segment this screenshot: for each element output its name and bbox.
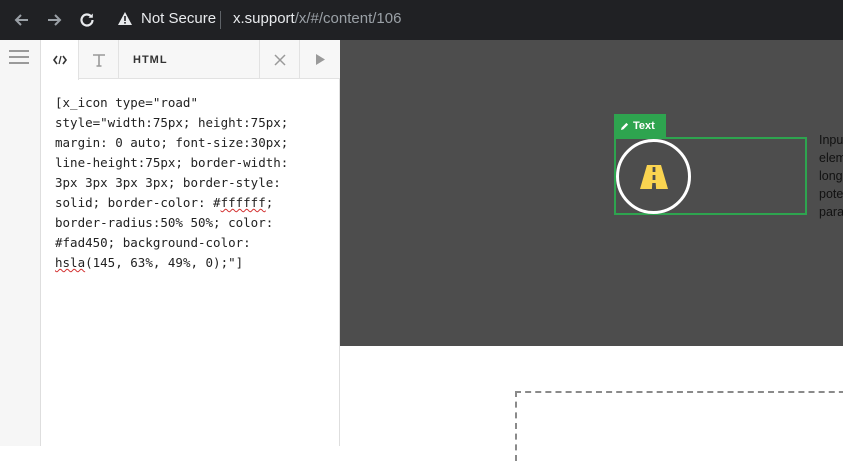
code-line: style="width:75px; height:75px; (55, 115, 289, 130)
preview-section-dark[interactable]: Text Inpu elem long pote para (340, 40, 843, 346)
text-line: elem (819, 151, 843, 165)
security-label: Not Secure (141, 10, 217, 27)
preview-area: Text Inpu elem long pote para (340, 40, 843, 461)
code-icon (52, 55, 67, 65)
code-line: line-height:75px; border-width: (55, 155, 289, 170)
site-security-indicator[interactable]: Not Secure (117, 10, 216, 27)
text-line: pote (819, 187, 843, 201)
editor-panel: HTML [x_icon type="road" style="width:75p… (41, 40, 340, 446)
run-button[interactable] (300, 40, 340, 79)
code-editor[interactable]: [x_icon type="road" style="width:75px; he… (55, 93, 330, 273)
forward-button[interactable] (42, 8, 66, 32)
code-line: 3px 3px 3px 3px; border-style: (55, 175, 281, 190)
tab-html-label: HTML (133, 53, 168, 66)
code-line: [x_icon type="road" (55, 95, 198, 110)
address-bar[interactable]: x.support/x/#/content/106 (233, 10, 401, 27)
pencil-icon (621, 122, 629, 130)
road-icon (639, 164, 668, 189)
adjacent-text-block[interactable]: Inpu elem long pote para (819, 131, 843, 221)
text-line: Inpu (819, 133, 843, 147)
empty-drop-zone[interactable] (515, 391, 843, 461)
code-line: margin: 0 auto; font-size:30px; (55, 135, 289, 150)
code-line: border-radius:50% 50%; color: (55, 215, 274, 230)
back-button[interactable] (10, 8, 34, 32)
play-icon (315, 54, 325, 65)
reload-icon (80, 13, 94, 27)
url-host: x.support (233, 10, 295, 27)
text-line: para (819, 205, 843, 219)
left-rail (0, 40, 41, 446)
arrow-left-icon (14, 14, 28, 26)
editor-tabs: HTML (41, 40, 340, 80)
url-separator (220, 11, 221, 29)
code-line: hsla(145, 63%, 49%, 0);"] (55, 255, 244, 270)
close-x-icon (273, 53, 286, 66)
road-icon-circle[interactable] (616, 139, 691, 214)
code-line: #fad450; background-color: (55, 235, 251, 250)
hamburger-icon[interactable] (9, 50, 29, 66)
tab-html[interactable]: HTML (119, 40, 260, 79)
tab-text[interactable] (79, 40, 119, 79)
url-path: /x/#/content/106 (294, 10, 402, 27)
arrow-right-icon (48, 14, 62, 26)
element-type-badge[interactable]: Text (614, 114, 666, 138)
text-t-icon (92, 53, 105, 67)
reload-button[interactable] (75, 8, 99, 32)
browser-toolbar: Not Secure x.support/x/#/content/106 (0, 0, 843, 40)
tab-code[interactable] (41, 40, 79, 80)
text-line: long (819, 169, 843, 183)
close-button[interactable] (260, 40, 300, 79)
warning-triangle-icon (118, 12, 132, 25)
code-line: solid; border-color: #ffffff; (55, 195, 274, 210)
badge-label: Text (633, 120, 655, 132)
